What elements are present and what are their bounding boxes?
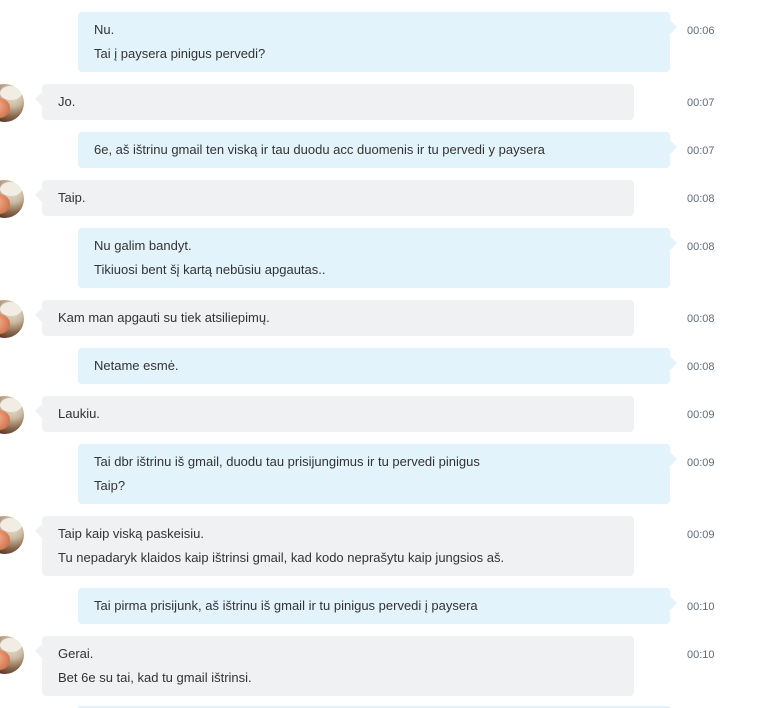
message-text: 6e, aš ištrinu gmail ten viską ir tau du… xyxy=(94,142,545,157)
message-text: Bet 6e su tai, kad tu gmail ištrinsi. xyxy=(58,670,252,685)
message-timestamp: 00:09 xyxy=(687,457,715,469)
message-text: Tai dbr ištrinu iš gmail, duodu tau pris… xyxy=(94,454,480,469)
message-text: Gerai. xyxy=(58,646,94,661)
message-text: Taip. xyxy=(58,190,86,205)
message-bubble[interactable]: 6e, aš ištrinu gmail ten viską ir tau du… xyxy=(78,132,677,168)
message-timestamp: 00:07 xyxy=(687,145,715,157)
avatar-photo-face xyxy=(0,650,10,670)
contact-avatar[interactable] xyxy=(0,516,24,554)
message-timestamp: 00:08 xyxy=(687,241,715,253)
message-text: Kam man apgauti su tiek atsiliepimų. xyxy=(58,310,270,325)
message-timestamp: 00:09 xyxy=(687,529,715,541)
message-text: Tikiuosi bent šį kartą nebūsiu apgautas.… xyxy=(94,262,326,277)
message-timestamp: 00:09 xyxy=(687,409,715,421)
message-text: Nu galim bandyt. xyxy=(94,238,192,253)
message-text: Tai į paysera pinigus pervedi? xyxy=(94,46,266,61)
message-text: Nu. xyxy=(94,22,115,37)
message-bubble[interactable]: Tai dbr ištrinu iš gmail, duodu tau pris… xyxy=(78,444,677,504)
message-timestamp: 00:10 xyxy=(687,601,715,613)
message-text: Taip? xyxy=(94,478,126,493)
contact-avatar[interactable] xyxy=(0,636,24,674)
message-text: Tai pirma prisijunk, aš ištrinu iš gmail… xyxy=(94,598,478,613)
message-bubble[interactable]: Nu galim bandyt. Tikiuosi bent šį kartą n… xyxy=(78,228,677,288)
contact-avatar[interactable] xyxy=(0,300,24,338)
message-timestamp: 00:07 xyxy=(687,97,715,109)
message-timestamp: 00:08 xyxy=(687,193,715,205)
message-timestamp: 00:08 xyxy=(687,313,715,325)
message-text: Tu nepadaryk klaidos kaip ištrinsi gmail… xyxy=(58,550,505,565)
contact-avatar[interactable] xyxy=(0,396,24,434)
message-text: Jo. xyxy=(58,94,76,109)
message-bubble[interactable]: Jo. xyxy=(35,84,634,120)
avatar-photo-face xyxy=(0,314,10,334)
message-text: Netame esmė. xyxy=(94,358,179,373)
message-bubble[interactable]: Netame esmė. xyxy=(78,348,677,384)
contact-avatar[interactable] xyxy=(0,180,24,218)
avatar-photo-face xyxy=(0,410,10,430)
message-bubble[interactable]: Nu. Tai į paysera pinigus pervedi? xyxy=(78,12,677,72)
message-timestamp: 00:06 xyxy=(687,25,715,37)
message-bubble[interactable]: Kam man apgauti su tiek atsiliepimų. xyxy=(35,300,634,336)
message-bubble[interactable]: Tai pirma prisijunk, aš ištrinu iš gmail… xyxy=(78,588,677,624)
message-bubble[interactable]: Taip kaip viską paskeisiu. Tu nepadaryk k… xyxy=(35,516,634,576)
message-bubble[interactable]: Taip. xyxy=(35,180,634,216)
message-text: Taip kaip viską paskeisiu. xyxy=(58,526,204,541)
avatar-photo-face xyxy=(0,98,10,118)
avatar-photo-face xyxy=(0,194,10,214)
message-bubble[interactable]: Gerai. Bet 6e su tai, kad tu gmail ištrin… xyxy=(35,636,634,696)
message-text: Laukiu. xyxy=(58,406,100,421)
avatar-photo-face xyxy=(0,530,10,550)
message-timestamp: 00:08 xyxy=(687,361,715,373)
message-timestamp: 00:10 xyxy=(687,649,715,661)
message-bubble[interactable]: Laukiu. xyxy=(35,396,634,432)
contact-avatar[interactable] xyxy=(0,84,24,122)
